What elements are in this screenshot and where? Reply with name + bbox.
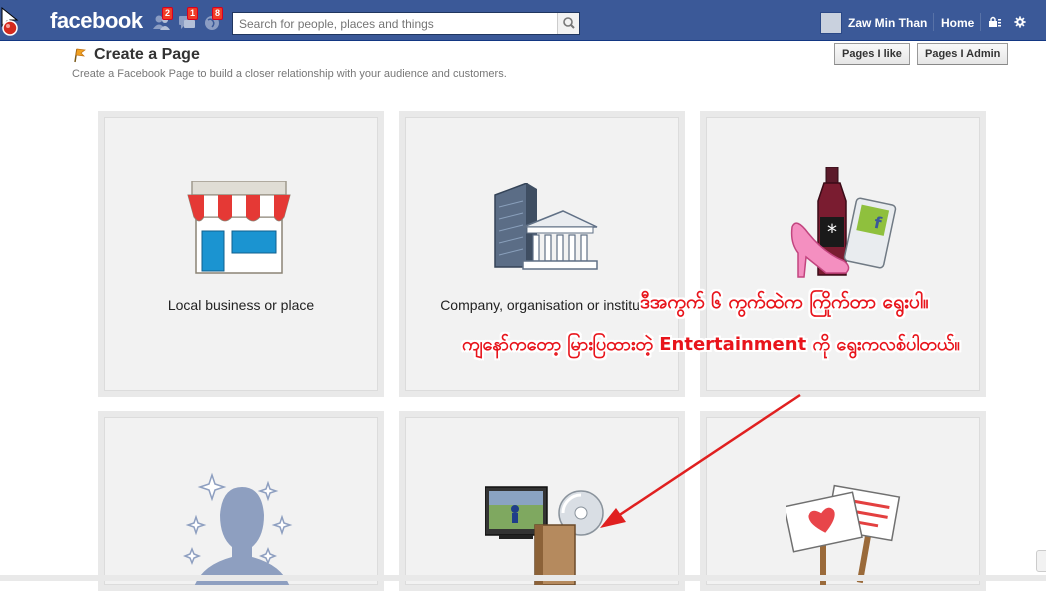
category-label: Company, organisation or institut: [440, 297, 644, 313]
pages-i-like-button[interactable]: Pages I like: [834, 43, 910, 65]
category-tile-artist-public-figure[interactable]: [98, 411, 384, 591]
page-subtitle: Create a Facebook Page to build a closer…: [72, 68, 507, 80]
svg-text:*: *: [827, 220, 837, 244]
category-tile-cause-community[interactable]: [700, 411, 986, 591]
home-link[interactable]: Home: [941, 16, 974, 30]
user-name: Zaw Min Than: [848, 16, 928, 30]
flag-icon: [74, 48, 86, 63]
gear-icon[interactable]: [1013, 16, 1027, 28]
entertainment-icon: [485, 486, 604, 585]
friend-requests-badge: 2: [162, 7, 174, 20]
divider: [933, 13, 934, 31]
pages-i-admin-button[interactable]: Pages I Admin: [917, 43, 1009, 65]
annotation-line-2: ကျနော်ကတော့ မြားပြထားတဲ့ Entertainment က…: [462, 334, 960, 355]
cursor-icon: [1, 6, 19, 36]
messages-jewel[interactable]: 1: [178, 7, 199, 31]
buildings-icon: [494, 183, 598, 270]
person-silhouette-icon: [182, 472, 293, 585]
category-label: Local business or place: [167, 297, 315, 313]
annotation-line-1: ဒီအကွက် ၆ ကွက်ထဲက ကြိုက်တာ ရွေးပါ။: [640, 291, 929, 313]
search-input[interactable]: [233, 13, 555, 34]
notifications-jewel[interactable]: 8: [203, 7, 224, 31]
top-bar: facebook 2 1 8 Zaw Min Than: [0, 0, 1046, 41]
storefront-icon: [187, 181, 291, 274]
facebook-logo[interactable]: facebook: [50, 8, 143, 34]
avatar: [820, 12, 842, 34]
search-button[interactable]: [557, 13, 579, 34]
page-title: Create a Page: [94, 46, 200, 63]
privacy-icon[interactable]: [988, 16, 1002, 28]
brand-product-icon: * f: [790, 167, 897, 278]
search-box: [232, 12, 580, 35]
bottom-scroll-edge: [0, 575, 1046, 581]
category-tile-local-business[interactable]: Local business or place: [98, 111, 384, 397]
friend-requests-jewel[interactable]: 2: [153, 7, 174, 31]
notifications-badge: 8: [212, 7, 224, 20]
category-tile-entertainment[interactable]: [399, 411, 685, 591]
side-edge-tab[interactable]: [1036, 550, 1046, 572]
messages-badge: 1: [187, 7, 199, 20]
search-icon: [563, 17, 575, 29]
user-profile-link[interactable]: Zaw Min Than: [820, 12, 927, 34]
divider: [980, 13, 981, 31]
